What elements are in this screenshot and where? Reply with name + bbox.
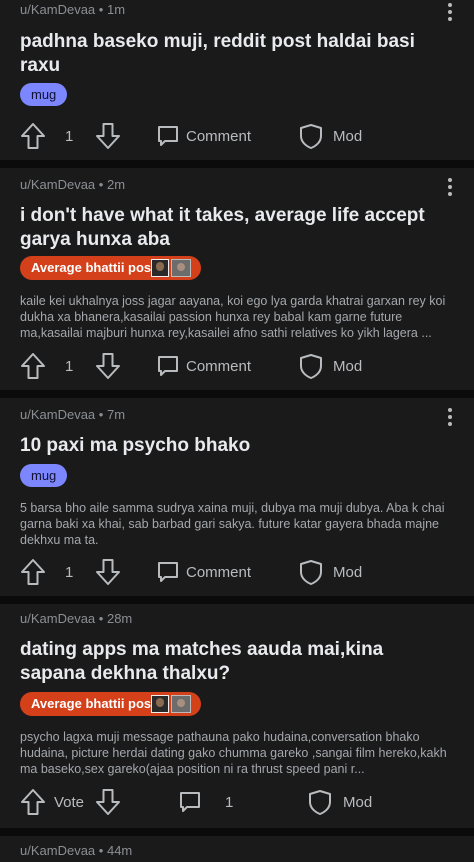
downvote-arrow-icon[interactable] [95,787,121,817]
post-card-1[interactable]: u/KamDevaa • 1m padhna baseko muji, redd… [0,0,474,160]
mod-shield-icon[interactable] [299,557,323,587]
meta-separator: • [98,177,104,192]
post-divider [0,596,474,604]
vote-count: 1 [65,357,74,375]
post-author[interactable]: u/KamDevaa [20,177,95,192]
post-body-preview[interactable]: kaile kei ukhalnya joss jagar aayana, ko… [20,293,456,341]
mod-shield-icon[interactable] [308,787,332,817]
post-flair[interactable]: mug [20,464,68,487]
comment-button[interactable]: Comment [186,557,251,587]
comment-bubble-icon[interactable] [178,787,202,817]
mod-shield-icon[interactable] [299,351,323,381]
post-flair[interactable]: mug [20,83,68,106]
more-vertical-icon[interactable] [448,408,452,426]
post-body-preview[interactable]: psycho lagxa muji message pathauna pako … [20,729,456,777]
downvote-arrow-icon[interactable] [95,121,121,151]
post-body-preview[interactable]: 5 barsa bho aile samma sudrya xaina muji… [20,500,456,548]
comment-bubble-icon[interactable] [156,557,180,587]
post-author[interactable]: u/KamDevaa [20,611,95,626]
flair-emoji-icon [151,259,169,277]
post-meta: u/KamDevaa • 44m [20,843,132,858]
post-flair[interactable]: Average bhattii post [20,692,201,716]
vote-count: 1 [65,563,74,581]
vote-label: Vote [54,793,85,811]
post-age: 2m [106,177,126,192]
flair-emoji-icon [151,695,169,713]
post-author[interactable]: u/KamDevaa [20,407,95,422]
comment-button[interactable]: Comment [186,121,251,151]
mod-button[interactable]: Mod [333,121,362,151]
post-author[interactable]: u/KamDevaa [20,2,95,17]
downvote-arrow-icon[interactable] [95,351,121,381]
meta-separator: • [98,611,104,626]
comment-button[interactable]: Comment [186,351,251,381]
meta-separator: • [98,843,104,858]
post-actions: 1 Comment Mod [0,557,474,587]
post-meta: u/KamDevaa • 28m [20,611,132,626]
post-actions: 1 Comment Mod [0,351,474,381]
mod-button[interactable]: Mod [333,557,362,587]
upvote-arrow-icon[interactable] [20,351,46,381]
post-card-3[interactable]: u/KamDevaa • 7m 10 paxi ma psycho bhako … [0,398,474,596]
downvote-arrow-icon[interactable] [95,557,121,587]
post-card-5[interactable]: u/KamDevaa • 44m [0,836,474,862]
post-divider [0,390,474,398]
flair-emoji-icon [171,259,191,277]
vote-count: 1 [65,127,74,145]
comment-bubble-icon[interactable] [156,121,180,151]
meta-separator: • [98,407,104,422]
more-vertical-icon[interactable] [448,178,452,196]
flair-emoji-icon [171,695,191,713]
upvote-arrow-icon[interactable] [20,121,46,151]
mod-shield-icon[interactable] [299,121,323,151]
post-card-2[interactable]: u/KamDevaa • 2m i don't have what it tak… [0,168,474,390]
flair-text: Average bhattii post [31,260,156,275]
post-divider [0,160,474,168]
post-meta: u/KamDevaa • 2m [20,177,125,192]
post-flair[interactable]: Average bhattii post [20,256,201,280]
post-divider [0,828,474,836]
more-vertical-icon[interactable] [448,3,452,21]
meta-separator: • [98,2,104,17]
post-meta: u/KamDevaa • 1m [20,2,125,17]
post-actions: Vote 1 Mod [0,787,474,817]
upvote-arrow-icon[interactable] [20,557,46,587]
post-author[interactable]: u/KamDevaa [20,843,95,858]
comment-bubble-icon[interactable] [156,351,180,381]
upvote-arrow-icon[interactable] [20,787,46,817]
post-title[interactable]: 10 paxi ma psycho bhako [20,434,450,458]
post-meta: u/KamDevaa • 7m [20,407,125,422]
post-age: 7m [106,407,126,422]
post-title[interactable]: dating apps ma matches aauda mai,kina sa… [20,638,450,686]
post-title[interactable]: i don't have what it takes, average life… [20,204,450,252]
mod-button[interactable]: Mod [343,787,372,817]
mod-button[interactable]: Mod [333,351,362,381]
flair-text: Average bhattii post [31,696,156,711]
post-actions: 1 Comment Mod [0,121,474,151]
post-title[interactable]: padhna baseko muji, reddit post haldai b… [20,30,450,78]
post-card-4[interactable]: u/KamDevaa • 28m dating apps ma matches … [0,604,474,828]
comment-count[interactable]: 1 [225,787,233,817]
post-age: 44m [106,843,133,858]
post-age: 28m [106,611,133,626]
post-age: 1m [106,2,126,17]
